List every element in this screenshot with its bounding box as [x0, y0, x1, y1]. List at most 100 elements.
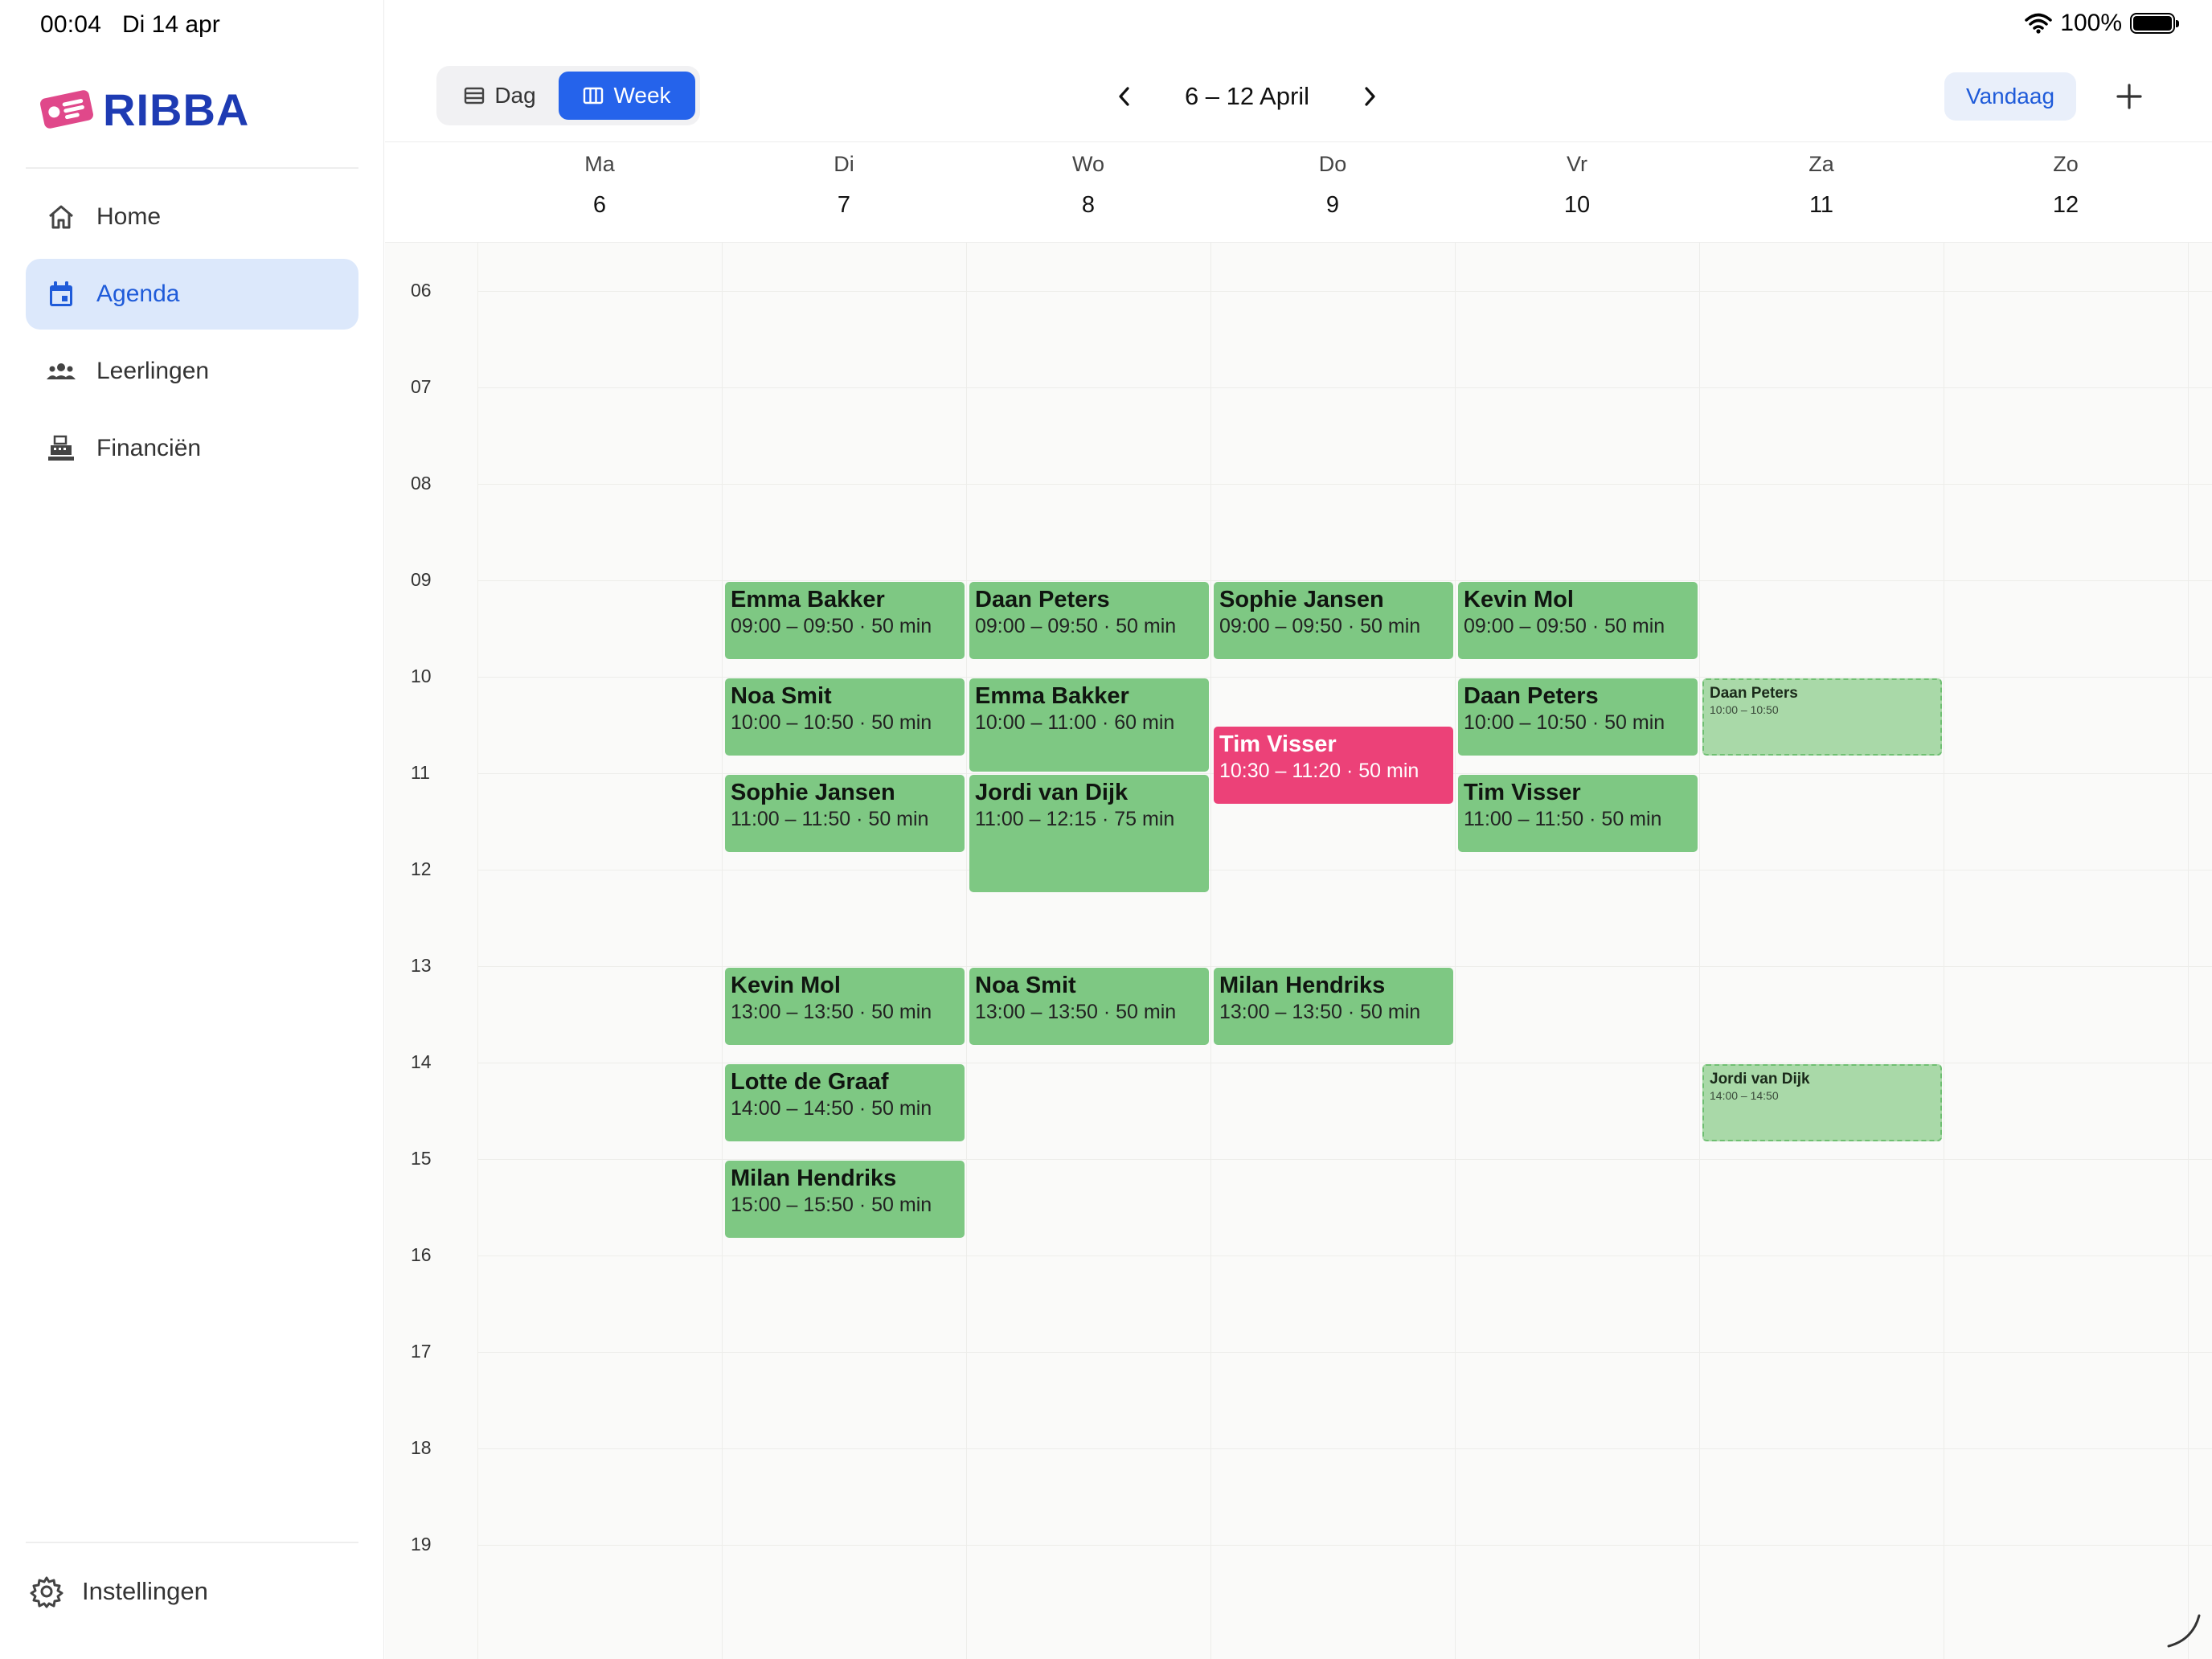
event-lesson[interactable]: Noa Smit 10:00 – 10:50 · 50 min — [725, 678, 965, 756]
settings-button[interactable]: Instellingen — [29, 1559, 350, 1624]
event-time: 13:00 – 13:50 · 50 min — [975, 1001, 1177, 1023]
hour-label: 14 — [411, 1051, 432, 1072]
grid-hour-line — [477, 580, 2212, 581]
event-student-name: Kevin Mol — [731, 973, 841, 998]
day-column-header[interactable]: Za 11 — [1699, 142, 1944, 244]
weekday-label: Vr — [1567, 152, 1587, 176]
event-student-name: Tim Visser — [1219, 731, 1337, 757]
event-time: 11:00 – 12:15 · 75 min — [975, 808, 1175, 830]
event-lesson[interactable]: Daan Peters 10:00 – 10:50 · 50 min — [1458, 678, 1698, 756]
sidebar-item-label: Agenda — [96, 281, 180, 307]
event-lesson[interactable]: Kevin Mol 13:00 – 13:50 · 50 min — [725, 968, 965, 1045]
calendar-main: 100% Dag Week 6 – 12 April Vandaag Ma 6 … — [385, 0, 2212, 1659]
battery-percent: 100% — [2060, 10, 2122, 36]
register-icon — [48, 435, 74, 461]
event-proposed[interactable]: Jordi van Dijk 14:00 – 14:50 — [1702, 1064, 1942, 1141]
event-student-name: Daan Peters — [1710, 685, 1798, 702]
day-column-header[interactable]: Do 9 — [1210, 142, 1455, 244]
grid-hour-line — [477, 1545, 2212, 1546]
hour-label: 19 — [411, 1534, 432, 1555]
event-student-name: Sophie Jansen — [731, 780, 895, 805]
event-student-name: Milan Hendriks — [1219, 973, 1386, 998]
sidebar-item-financien[interactable]: Financiën — [26, 413, 358, 484]
event-student-name: Lotte de Graaf — [731, 1069, 889, 1095]
today-button[interactable]: Vandaag — [1944, 72, 2076, 121]
gear-icon — [30, 1576, 63, 1608]
event-student-name: Jordi van Dijk — [1710, 1071, 1810, 1088]
event-student-name: Jordi van Dijk — [975, 780, 1129, 805]
day-number: 7 — [837, 192, 851, 218]
sidebar-divider — [26, 167, 358, 169]
event-lesson[interactable]: Sophie Jansen 11:00 – 11:50 · 50 min — [725, 775, 965, 852]
event-time: 10:00 – 11:00 · 60 min — [975, 711, 1175, 734]
grid-hour-line — [477, 966, 2212, 967]
sidebar-item-home[interactable]: Home — [26, 182, 358, 252]
logo-text: RIBBA — [103, 84, 250, 135]
grid-column-line — [966, 243, 967, 1659]
day-column-header[interactable]: Ma 6 — [477, 142, 722, 244]
week-range-title: 6 – 12 April — [1184, 82, 1310, 110]
day-column-header[interactable]: Vr 10 — [1455, 142, 1699, 244]
event-lesson[interactable]: Milan Hendriks 15:00 – 15:50 · 50 min — [725, 1161, 965, 1238]
event-lesson[interactable]: Jordi van Dijk 11:00 – 12:15 · 75 min — [969, 775, 1209, 892]
day-number: 12 — [2052, 192, 2079, 218]
next-week-button[interactable] — [1350, 76, 1390, 117]
sidebar-divider — [26, 1542, 358, 1543]
app-logo[interactable]: RIBBA — [37, 80, 249, 138]
add-lesson-button[interactable] — [2105, 72, 2153, 121]
sidebar: 00:04 Di 14 apr RIBBA Home Agenda Leerli… — [0, 0, 384, 1659]
event-student-name: Daan Peters — [975, 587, 1110, 612]
grid-column-line — [477, 243, 478, 1659]
status-date: Di 14 apr — [122, 11, 220, 38]
sidebar-item-agenda[interactable]: Agenda — [26, 259, 358, 330]
day-column-header[interactable]: Wo 8 — [966, 142, 1210, 244]
event-proposed[interactable]: Daan Peters 10:00 – 10:50 — [1702, 678, 1942, 756]
event-lesson[interactable]: Milan Hendriks 13:00 – 13:50 · 50 min — [1214, 968, 1453, 1045]
event-lesson[interactable]: Emma Bakker 09:00 – 09:50 · 50 min — [725, 582, 965, 659]
day-number: 8 — [1081, 192, 1096, 218]
event-time: 14:00 – 14:50 — [1710, 1089, 1779, 1102]
status-indicators: 100% — [2025, 10, 2179, 37]
sidebar-item-label: Leerlingen — [96, 358, 210, 384]
weekday-label: Zo — [2053, 152, 2079, 176]
grid-hour-line — [477, 1448, 2212, 1449]
hour-label: 15 — [411, 1148, 432, 1169]
event-lesson[interactable]: Kevin Mol 09:00 – 09:50 · 50 min — [1458, 582, 1698, 659]
sidebar-item-label: Home — [96, 203, 162, 230]
grid-column-line — [722, 243, 723, 1659]
event-student-name: Emma Bakker — [975, 683, 1129, 709]
event-time: 10:30 – 11:20 · 50 min — [1219, 760, 1419, 782]
status-time: 00:04 — [40, 11, 102, 38]
event-lesson[interactable]: Noa Smit 13:00 – 13:50 · 50 min — [969, 968, 1209, 1045]
week-navigator: 6 – 12 April — [334, 72, 2161, 121]
event-student-name: Daan Peters — [1464, 683, 1599, 709]
grid-hour-line — [477, 1159, 2212, 1160]
event-lesson[interactable]: Daan Peters 09:00 – 09:50 · 50 min — [969, 582, 1209, 659]
day-column-header[interactable]: Zo 12 — [1944, 142, 2188, 244]
event-time: 10:00 – 10:50 · 50 min — [1464, 711, 1665, 734]
event-student-name: Tim Visser — [1464, 780, 1581, 805]
hour-label: 07 — [411, 376, 432, 397]
day-number: 9 — [1325, 192, 1340, 218]
event-student-name: Sophie Jansen — [1219, 587, 1384, 612]
event-time: 09:00 – 09:50 · 50 min — [1219, 615, 1421, 637]
hour-label: 17 — [411, 1341, 432, 1362]
event-lesson[interactable]: Sophie Jansen 09:00 – 09:50 · 50 min — [1214, 582, 1453, 659]
event-student-name: Noa Smit — [731, 683, 832, 709]
event-lesson[interactable]: Lotte de Graaf 14:00 – 14:50 · 50 min — [725, 1064, 965, 1141]
event-lesson[interactable]: Tim Visser 11:00 – 11:50 · 50 min — [1458, 775, 1698, 852]
students-icon — [47, 363, 76, 379]
sidebar-item-leerlingen[interactable]: Leerlingen — [26, 336, 358, 407]
event-lesson[interactable]: Emma Bakker 10:00 – 11:00 · 60 min — [969, 678, 1209, 772]
week-day-header: Ma 6 Di 7 Wo 8 Do 9 Vr 10 Za 11 Zo 12 — [385, 141, 2212, 243]
grid-column-line — [1699, 243, 1700, 1659]
week-grid[interactable]: 06 07 08 09 10 11 12 13 14 15 16 17 18 19 Emma Bakker 0… — [385, 243, 2212, 1659]
event-lesson[interactable]: Tim Visser 10:30 – 11:20 · 50 min — [1214, 727, 1453, 804]
event-time: 10:00 – 10:50 · 50 min — [731, 711, 932, 734]
event-time: 15:00 – 15:50 · 50 min — [731, 1194, 932, 1216]
day-column-header[interactable]: Di 7 — [722, 142, 966, 244]
previous-week-button[interactable] — [1104, 76, 1145, 117]
hour-label: 06 — [411, 280, 432, 301]
chevron-right-icon — [1365, 87, 1375, 106]
hour-label: 12 — [411, 858, 432, 879]
